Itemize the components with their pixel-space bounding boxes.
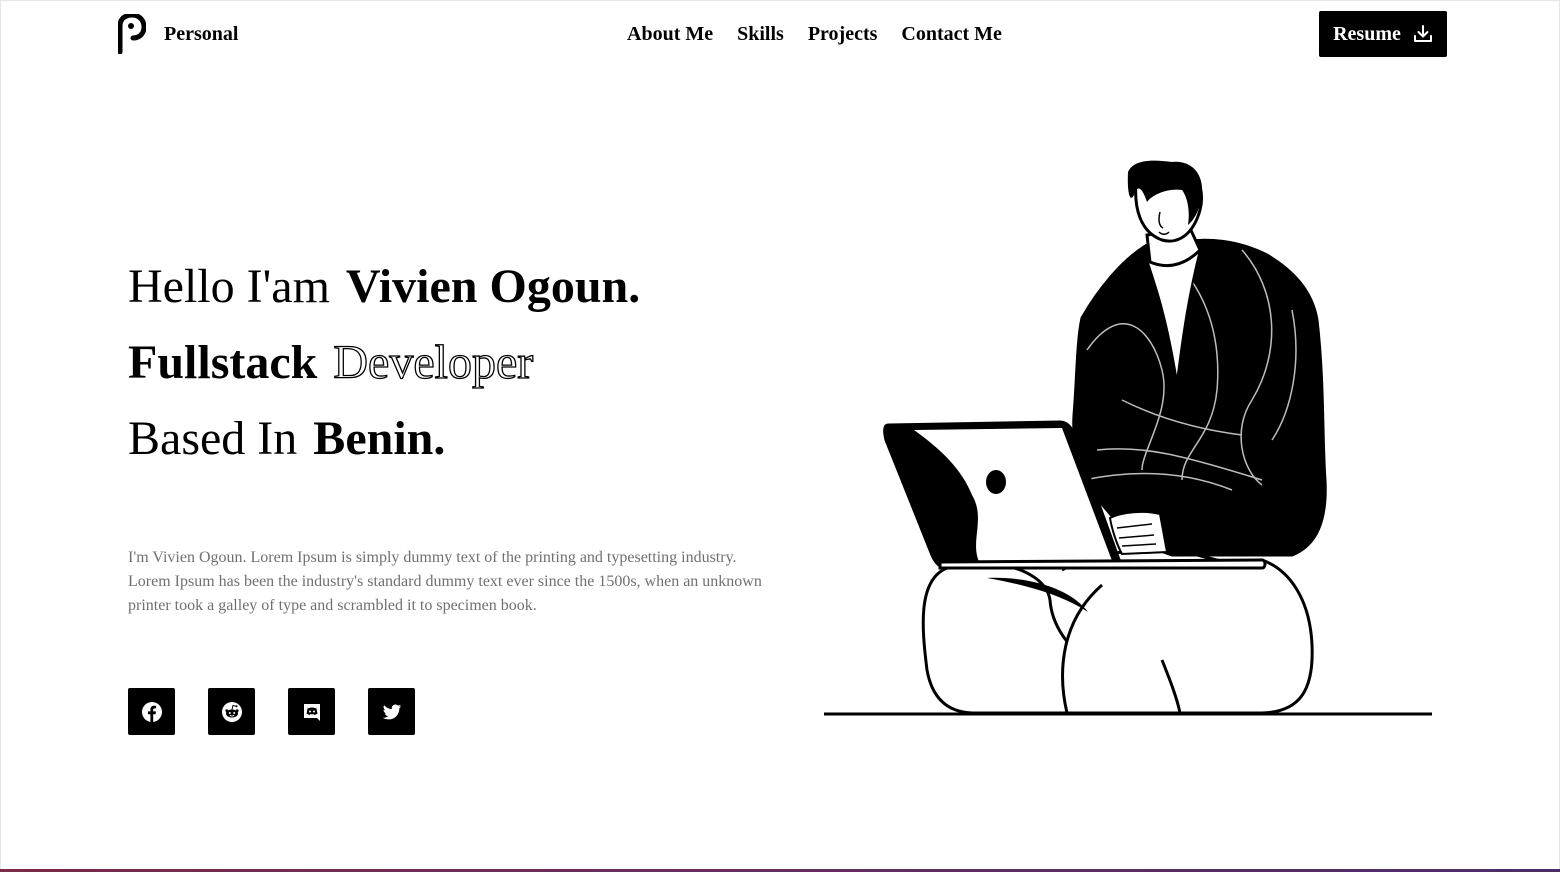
hero-line-location: Based In Benin. (128, 411, 445, 467)
hero-greeting: Hello I'am (128, 260, 330, 313)
reddit-icon (221, 701, 242, 722)
reddit-button[interactable] (208, 688, 255, 735)
nav-projects[interactable]: Projects (808, 22, 878, 46)
hero-line-greeting: Hello I'am Vivien Ogoun. (128, 259, 640, 315)
hero-line-role: Fullstack Developer (128, 335, 534, 391)
hero-location: Benin. (313, 412, 446, 465)
twitter-icon (382, 703, 401, 719)
twitter-button[interactable] (368, 688, 415, 735)
torso-shape (1072, 238, 1327, 557)
facebook-icon (141, 701, 162, 722)
hero-role-bold: Fullstack (128, 336, 318, 389)
hero-role-outline: Developer (333, 335, 534, 389)
discord-icon (303, 703, 320, 721)
hero-description: I'm Vivien Ogoun. Lorem Ipsum is simply … (128, 549, 762, 614)
nav-about-me[interactable]: About Me (627, 22, 713, 46)
download-icon (1413, 25, 1432, 42)
hand-shape (1108, 510, 1169, 556)
nav-skills[interactable]: Skills (737, 22, 784, 46)
logo-icon (118, 14, 146, 54)
social-links (128, 688, 415, 735)
main-nav: About Me Skills Projects Contact Me (627, 22, 1002, 46)
resume-button[interactable]: Resume (1319, 11, 1447, 57)
hero-illustration (824, 160, 1432, 716)
nav-contact-me[interactable]: Contact Me (901, 22, 1002, 46)
facebook-button[interactable] (128, 688, 175, 735)
laptop-base (938, 558, 1267, 570)
hero-location-prefix: Based In (128, 412, 298, 465)
logo-text: Personal (164, 22, 239, 45)
resume-label: Resume (1333, 22, 1401, 45)
logo-link[interactable]: Personal (118, 14, 238, 54)
discord-button[interactable] (288, 688, 335, 735)
hero-name: Vivien Ogoun. (345, 260, 641, 313)
